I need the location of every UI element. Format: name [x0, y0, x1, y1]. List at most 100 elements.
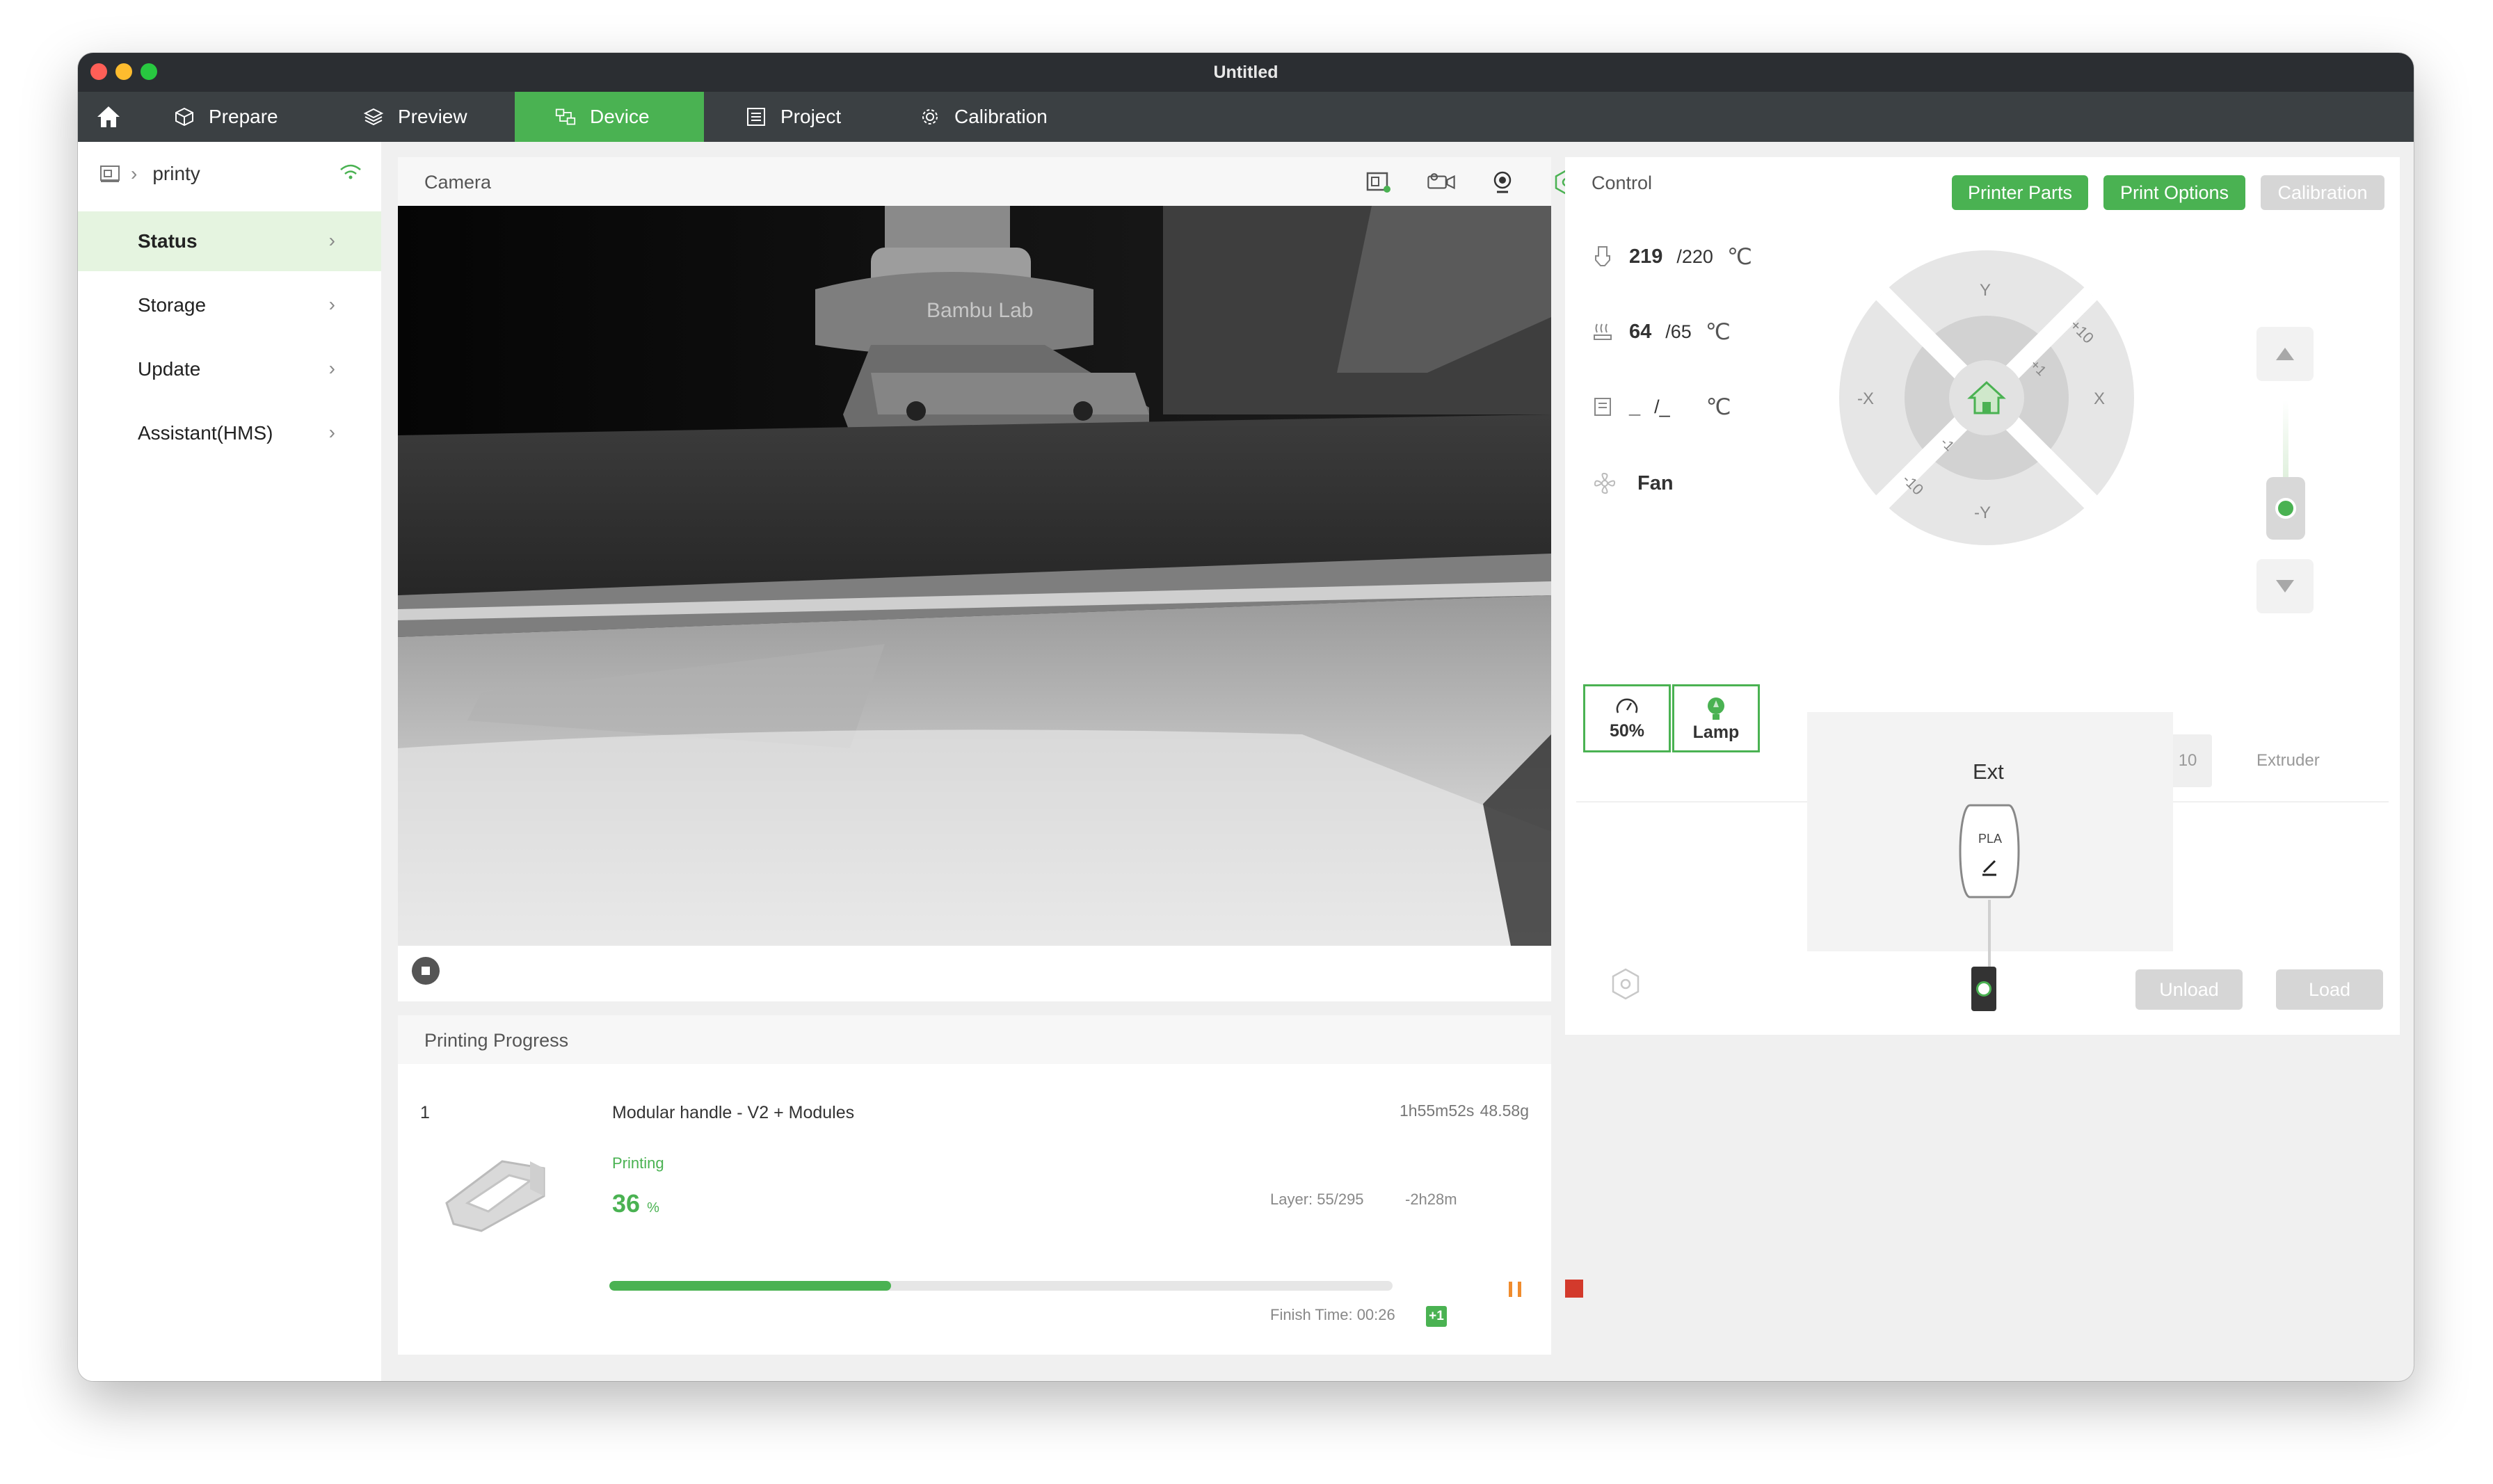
fan-row[interactable]: Fan	[1593, 471, 1674, 495]
webcam-icon[interactable]	[1487, 167, 1518, 197]
device-name: printy	[152, 163, 200, 184]
bed-current-temp: 64	[1629, 320, 1652, 343]
sidebar-item-label: Assistant(HMS)	[138, 422, 273, 444]
control-title: Control	[1592, 172, 1653, 193]
tab-project-label: Project	[780, 106, 842, 127]
sidebar-item-update[interactable]: Update ›	[78, 339, 381, 399]
job-weight: 48.58g	[1480, 1102, 1529, 1120]
cube-icon	[174, 106, 195, 127]
video-record-icon[interactable]	[1426, 167, 1457, 197]
tab-calibration-label: Calibration	[954, 106, 1048, 127]
lamp-label: Lamp	[1692, 722, 1740, 742]
control-panel: Control Printer Parts Print Options Cali…	[1565, 157, 2400, 1035]
fan-icon	[1594, 472, 1616, 494]
filament-path	[1988, 900, 1991, 969]
stop-stream-button[interactable]	[412, 957, 440, 985]
progress-title: Printing Progress	[424, 1030, 569, 1051]
progress-header: Printing Progress	[398, 1015, 1551, 1064]
tab-prepare[interactable]: Prepare	[174, 92, 341, 142]
tab-calibration[interactable]: Calibration	[920, 92, 1100, 142]
jog-x-label: X	[2094, 389, 2106, 408]
tab-device[interactable]: Device	[515, 92, 704, 142]
camera-header: Camera	[398, 157, 1578, 206]
home-axes-icon[interactable]	[1966, 378, 2007, 417]
chamber-temp-unit: ℃	[1706, 394, 1731, 419]
home-icon	[97, 106, 120, 127]
nozzle-current-temp: 219	[1629, 245, 1663, 268]
triangle-up-icon	[2276, 348, 2294, 360]
sidebar-item-assistant[interactable]: Assistant(HMS) ›	[78, 403, 381, 463]
tab-device-label: Device	[590, 106, 650, 127]
tab-preview-label: Preview	[398, 106, 467, 127]
extrude-up-button[interactable]	[2256, 327, 2314, 381]
chamber-current-temp: _	[1629, 395, 1641, 418]
home-button[interactable]	[78, 92, 139, 142]
progress-bar	[609, 1281, 1393, 1291]
title-bar: Untitled	[78, 53, 2414, 92]
lamp-button[interactable]: Lamp	[1672, 684, 1760, 752]
job-time: 1h55m52s	[1400, 1102, 1475, 1120]
progress-bar-fill	[609, 1281, 892, 1291]
tab-prepare-label: Prepare	[209, 106, 278, 127]
print-options-button[interactable]: Print Options	[2103, 175, 2245, 210]
ams-settings-icon[interactable]	[1608, 967, 1643, 1001]
percent-value: 36	[612, 1189, 641, 1218]
extruder-label: Extruder	[2256, 751, 2320, 770]
chevron-right-icon: ›	[328, 229, 335, 251]
bed-target-temp[interactable]: /65	[1665, 321, 1692, 343]
chevron-right-icon: ›	[131, 163, 138, 184]
speed-label: 50%	[1609, 720, 1645, 741]
jog-neg-x-label: -X	[1857, 389, 1874, 408]
stop-icon	[422, 967, 430, 975]
nozzle-target-temp[interactable]: /220	[1676, 246, 1713, 268]
model-thumbnail	[440, 1134, 558, 1238]
gear-icon	[920, 106, 940, 127]
triangle-down-icon	[2276, 580, 2294, 592]
sidebar-item-storage[interactable]: Storage ›	[78, 275, 381, 335]
nozzle-temp-row: 219 /220 ℃	[1593, 243, 1752, 270]
chamber-temp-row: _ /_ ℃	[1593, 394, 1731, 420]
device-sidebar: › printy Status › Storage › Update › Ass…	[78, 142, 381, 1381]
z-down-10-label: 10	[2178, 751, 2197, 770]
main-tab-bar: Prepare Preview Device Project Calibrati…	[78, 92, 2414, 142]
plate-index: 1	[420, 1103, 430, 1122]
fan-label: Fan	[1637, 471, 1674, 494]
app-window: Untitled Prepare Preview Device Project …	[78, 53, 2414, 1381]
chevron-right-icon: ›	[328, 421, 335, 443]
progress-percent: 36 %	[612, 1189, 659, 1218]
pause-icon	[1509, 1282, 1521, 1297]
finish-time: Finish Time: 00:26	[1270, 1306, 1395, 1323]
speed-button[interactable]: 50%	[1583, 684, 1671, 752]
tab-preview[interactable]: Preview	[363, 92, 530, 142]
plus-day-badge: +1	[1426, 1306, 1447, 1327]
sd-card-icon[interactable]	[1363, 167, 1394, 197]
lamp-icon	[1708, 697, 1724, 720]
camera-watermark: Bambu Lab	[927, 299, 1033, 322]
xy-jog-wheel[interactable]: Y -Y X -X +10 +1 -1 -10	[1836, 248, 2137, 548]
unload-button[interactable]: Unload	[2135, 969, 2243, 1010]
tab-project[interactable]: Project	[746, 92, 913, 142]
chevron-right-icon: ›	[328, 293, 335, 315]
spool-icon[interactable]: PLA	[1956, 803, 2023, 900]
bed-heat-icon	[1594, 323, 1612, 340]
printing-progress-panel: Printing Progress 1 Modular handle - V2 …	[398, 1015, 1583, 1355]
extruder-head	[2266, 477, 2305, 540]
chamber-icon	[1594, 398, 1611, 416]
remaining-time: -2h28m	[1405, 1191, 1457, 1208]
printer-icon	[100, 166, 120, 182]
ams-toolhead	[1971, 967, 1996, 1011]
spool-material: PLA	[1978, 832, 2003, 846]
calibration-button[interactable]: Calibration	[2261, 175, 2384, 210]
printer-parts-button[interactable]: Printer Parts	[1952, 175, 2088, 210]
stop-print-button[interactable]	[1565, 1280, 1583, 1298]
sidebar-item-status[interactable]: Status ›	[78, 211, 381, 271]
list-icon	[746, 106, 767, 127]
device-selector[interactable]: › printy	[99, 159, 363, 189]
window-title: Untitled	[1213, 63, 1278, 82]
layers-icon	[363, 106, 384, 127]
extrude-down-button[interactable]	[2256, 559, 2314, 613]
load-button[interactable]: Load	[2276, 969, 2383, 1010]
ext-label: Ext	[1973, 759, 2004, 784]
chamber-target-temp[interactable]: /_	[1654, 396, 1670, 418]
pause-button[interactable]	[1504, 1278, 1526, 1300]
